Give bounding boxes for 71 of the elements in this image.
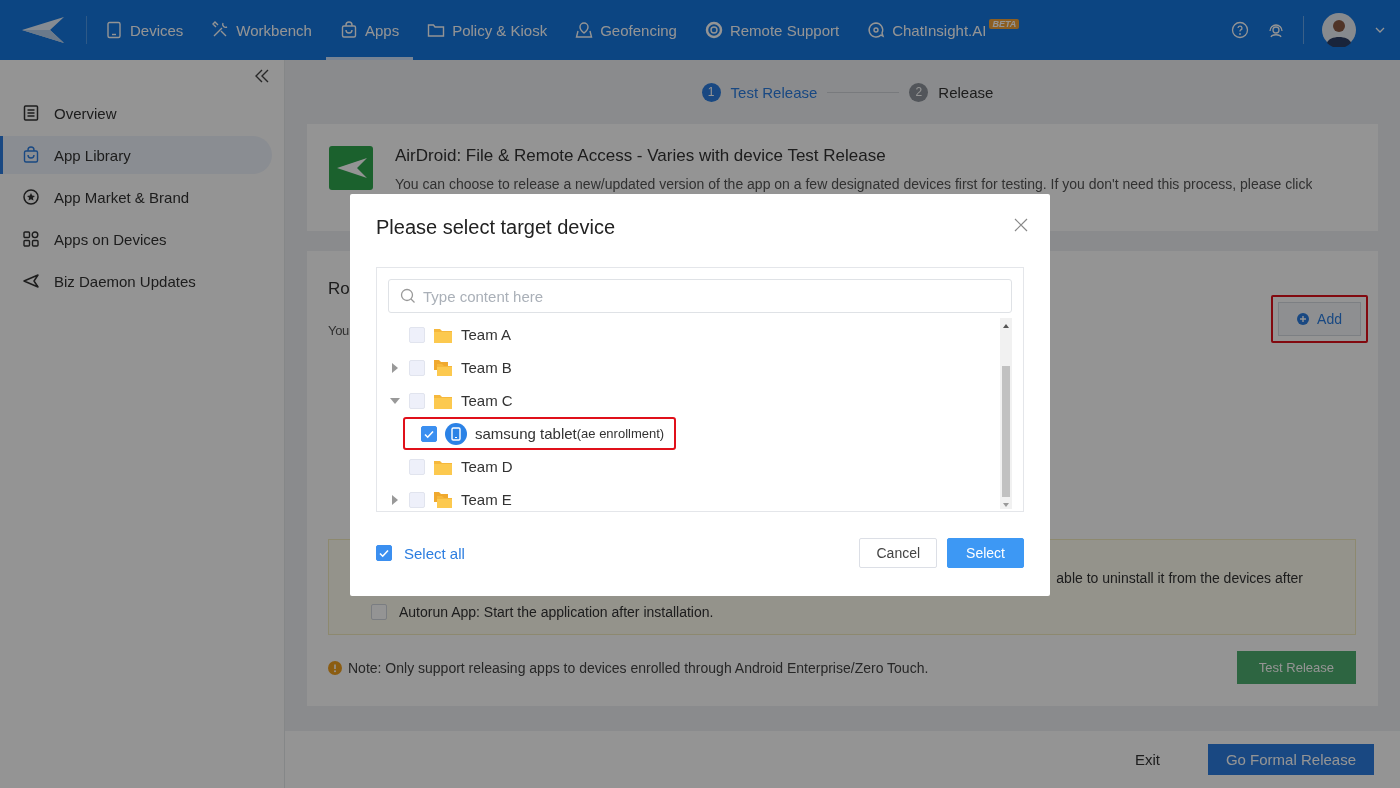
nav-tab[interactable]: ChatInsight.AI BETA	[853, 0, 1034, 60]
lifebuoy-icon	[704, 21, 723, 39]
step-number: 2	[909, 82, 929, 102]
app-title: AirDroid: File & Remote Access - Varies with device Test Release	[395, 146, 887, 166]
beta-badge: BETA	[989, 19, 1020, 29]
star-circle-icon	[22, 188, 40, 206]
group-name[interactable]: Team C	[461, 392, 513, 409]
group-name[interactable]: Team B	[461, 359, 512, 376]
headset-icon[interactable]	[1267, 21, 1285, 39]
sidebar-item[interactable]: Overview	[0, 94, 272, 132]
nav-tab[interactable]: Geofencing	[561, 0, 691, 60]
grid-icon	[22, 230, 40, 248]
close-icon[interactable]	[1014, 218, 1028, 232]
folders-icon	[433, 490, 453, 509]
nav-tab[interactable]: Remote Support	[690, 0, 854, 60]
tools-icon	[211, 21, 230, 39]
help-icon[interactable]	[1231, 21, 1249, 39]
cancel-button[interactable]: Cancel	[859, 538, 938, 568]
sidebar-item[interactable]: Apps on Devices	[0, 220, 272, 258]
add-button[interactable]: Add	[1278, 302, 1361, 336]
paper-plane-icon	[22, 272, 40, 290]
checkbox[interactable]	[421, 425, 437, 442]
plus-circle-icon	[1297, 313, 1310, 325]
device-name[interactable]: samsung tablet	[475, 425, 577, 442]
sidebar-item[interactable]: App Market & Brand	[0, 178, 272, 216]
check-icon	[378, 547, 390, 559]
nav-tab[interactable]: Policy & Kiosk	[413, 0, 562, 60]
checkbox-label: Autorun App: Start the application after installation.	[399, 604, 714, 620]
enrollment-label: (ae enrollment)	[576, 426, 665, 441]
checkbox[interactable]	[376, 545, 392, 561]
select-button[interactable]: Select	[947, 538, 1024, 568]
collapse-icon[interactable]	[254, 68, 270, 84]
expand-arrow-icon[interactable]	[389, 362, 400, 373]
tablet-icon	[105, 21, 123, 39]
step-label: Release	[938, 83, 994, 101]
option-text: able to uninstall it from the devices after	[1056, 570, 1303, 586]
sidebar-item[interactable]: App Library	[0, 136, 272, 174]
shopping-bag-icon	[22, 146, 40, 164]
document-icon	[22, 104, 40, 122]
scroll-up-icon[interactable]	[1002, 322, 1010, 330]
scrollbar[interactable]	[1000, 318, 1012, 509]
collapse-arrow-icon[interactable]	[389, 395, 400, 406]
scroll-down-icon[interactable]	[1002, 501, 1010, 509]
dialog-title: Please select target device	[376, 216, 616, 239]
nav-tab[interactable]: Workbench	[197, 0, 326, 60]
exit-button[interactable]: Exit	[1128, 750, 1166, 769]
select-all-label[interactable]: Select all	[404, 544, 465, 562]
app-logo	[329, 146, 373, 190]
note-text: Note: Only support releasing apps to devices enrolled through Android Enterprise/Zero Touch.	[348, 659, 929, 676]
formal-release-button[interactable]: Go Formal Release	[1207, 744, 1374, 775]
nav-tab[interactable]: Devices	[91, 0, 198, 60]
expand-arrow-icon[interactable]	[389, 494, 400, 505]
search-icon	[400, 288, 416, 304]
avatar-icon[interactable]	[1322, 13, 1356, 47]
group-name[interactable]: Team E	[461, 491, 512, 508]
section-heading: Ro	[328, 279, 350, 299]
step-number: 1	[701, 82, 721, 102]
shopping-bag-icon	[339, 21, 358, 39]
search-field[interactable]: Type content here	[388, 279, 1012, 313]
location-pin-icon	[575, 21, 594, 39]
tablet-icon	[445, 422, 467, 445]
sidebar-item[interactable]: Biz Daemon Updates	[0, 262, 272, 300]
group-name[interactable]: Team D	[461, 458, 513, 475]
folder-icon	[427, 21, 446, 39]
step-label: Test Release	[730, 83, 818, 101]
app-description: You can choose to release a new/updated version of the app on a few designated devices first for testing. If you don't need this process, please click	[395, 176, 1313, 192]
group-name[interactable]: Team A	[461, 326, 512, 343]
section-text: You	[328, 322, 350, 338]
warning-icon	[328, 660, 342, 675]
chat-icon	[867, 21, 886, 39]
folders-icon	[433, 358, 453, 377]
